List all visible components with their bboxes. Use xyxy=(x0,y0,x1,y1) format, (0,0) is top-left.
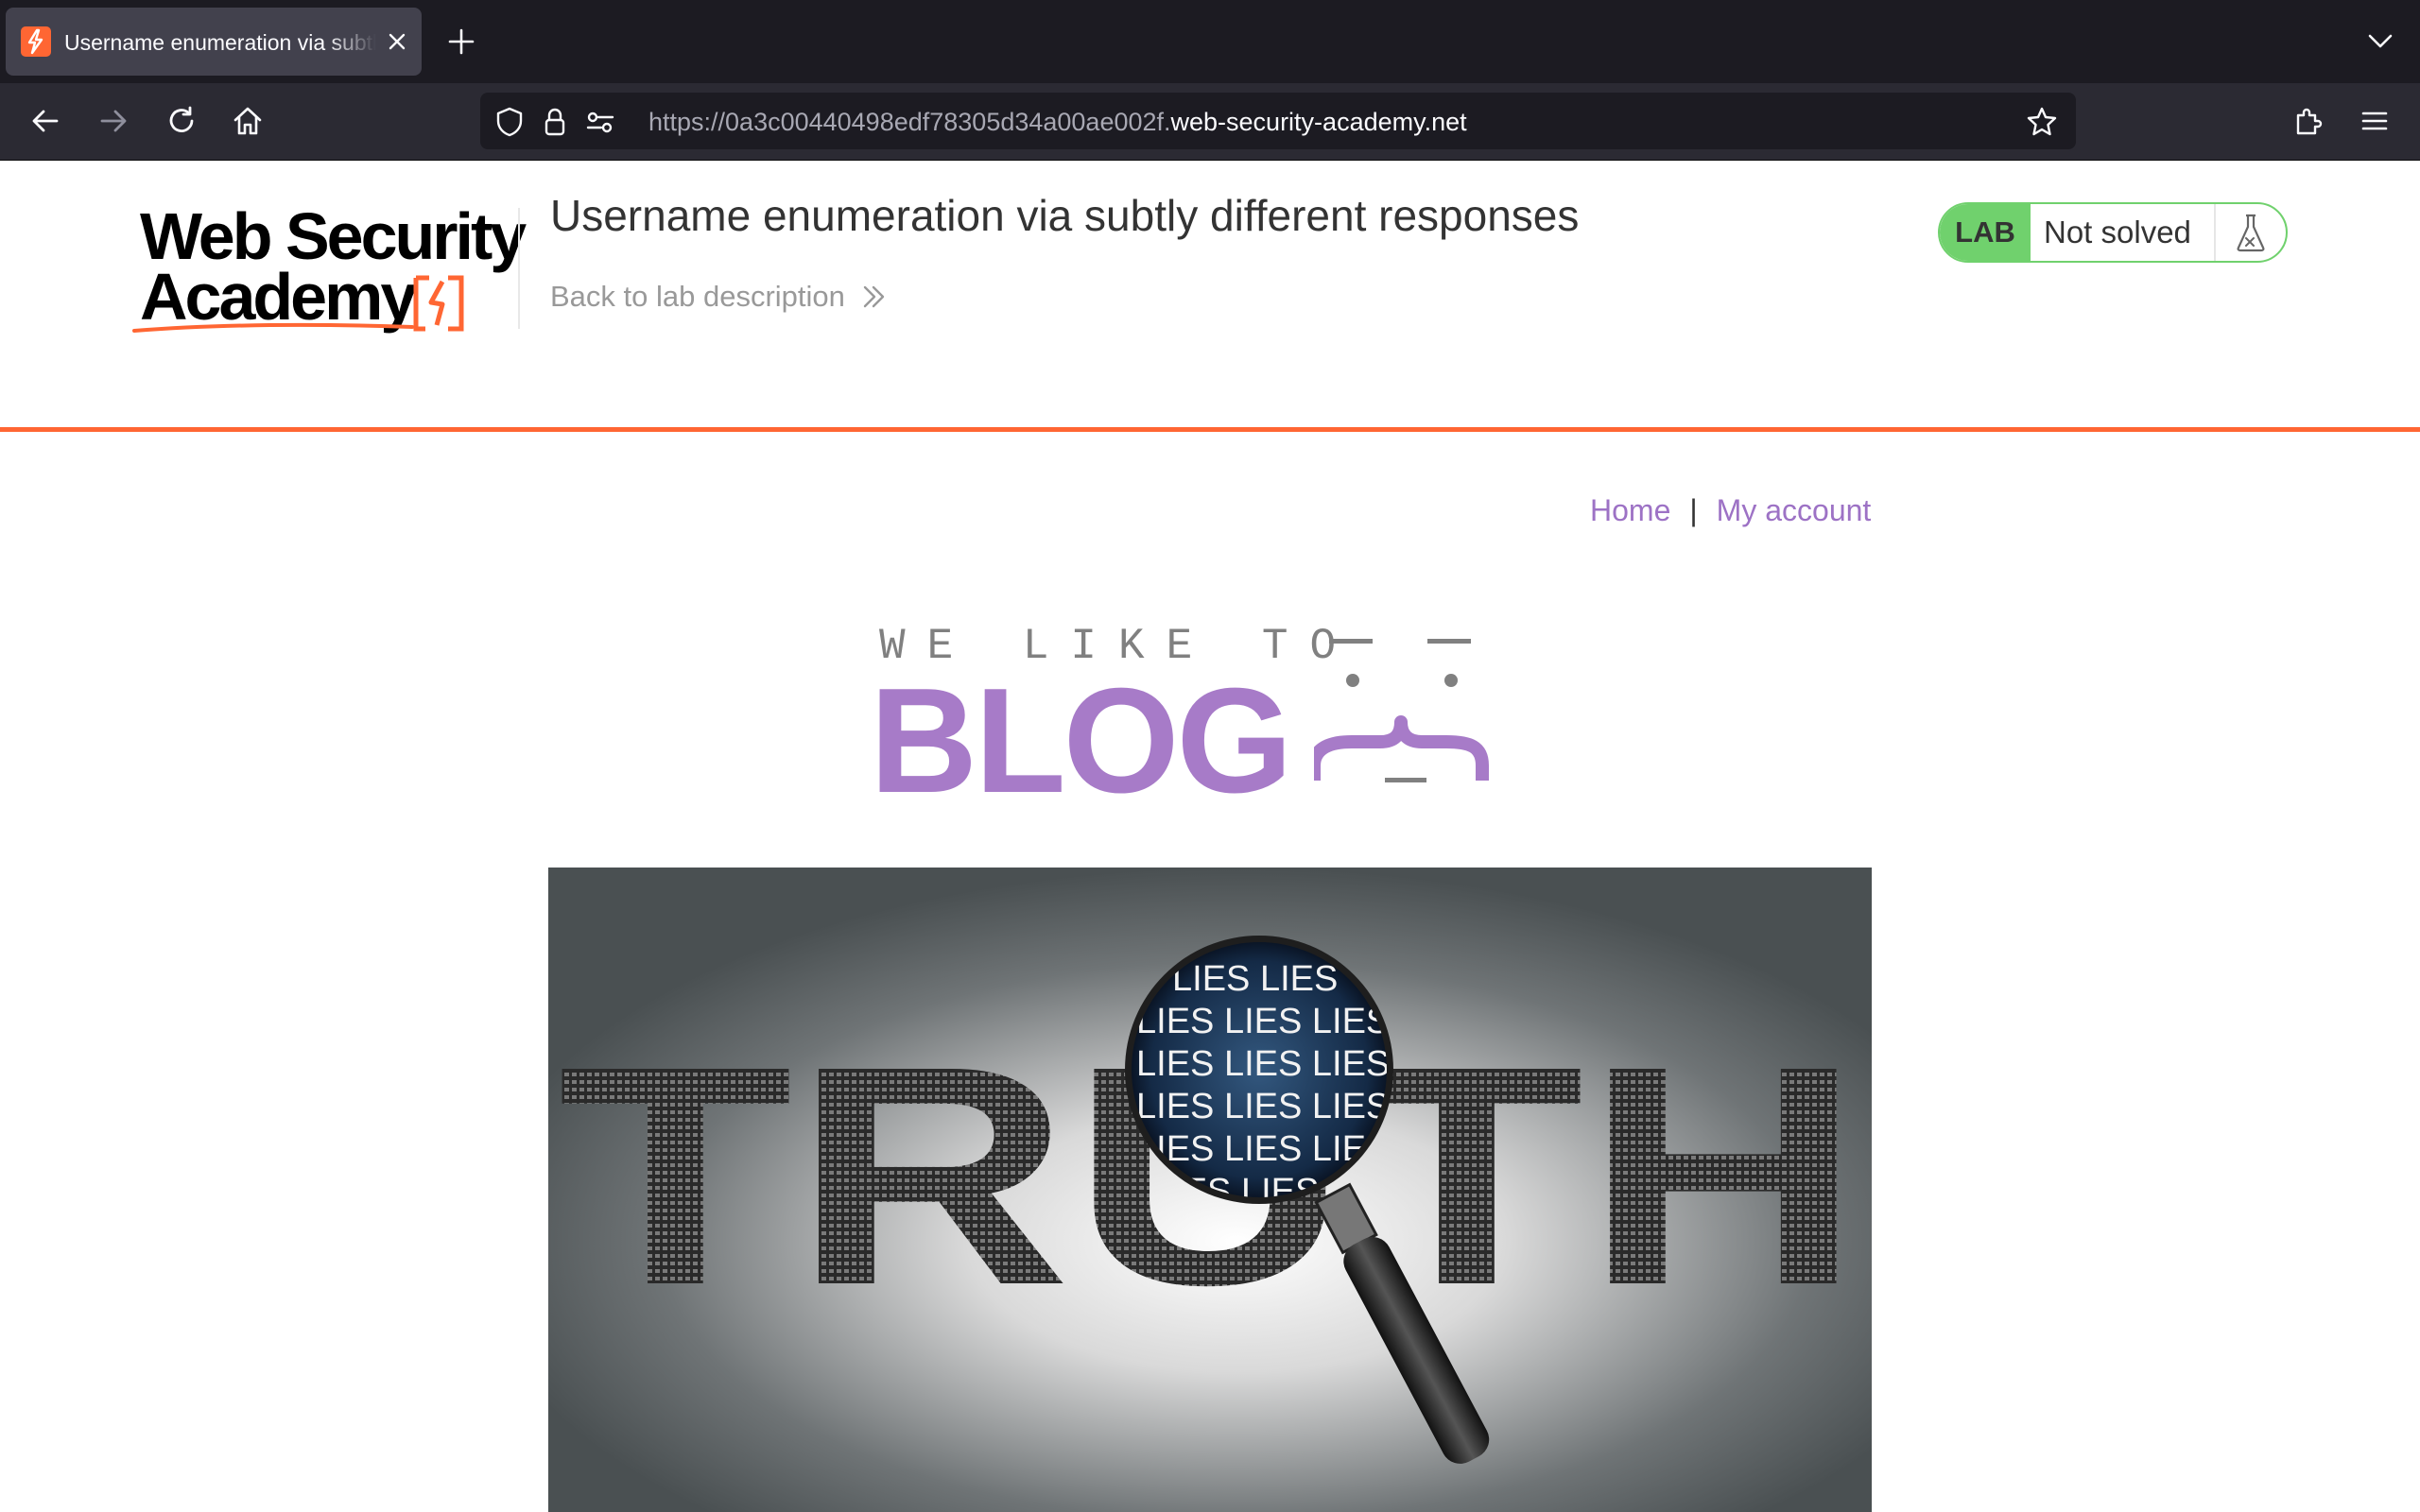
header-divider xyxy=(518,208,520,329)
header-orange-rule xyxy=(0,427,2420,432)
browser-nav-bar: https://0a3c00440498edf78305d34a00ae002f… xyxy=(0,83,2420,161)
my-account-link[interactable]: My account xyxy=(1717,493,1872,527)
blog-hero-image: TRUTH LIES LIES LIES LIES LIES L LIES LI… xyxy=(548,868,1872,1512)
list-all-tabs-chevron-icon[interactable] xyxy=(2363,26,2397,57)
double-chevron-right-icon xyxy=(863,285,885,308)
web-security-academy-logo[interactable]: Web Security Academy xyxy=(132,198,527,340)
logo-swoosh xyxy=(132,322,414,333)
padlock-icon[interactable] xyxy=(539,106,571,138)
forward-arrow-icon[interactable] xyxy=(91,98,136,144)
blog-banner-logo: WE LIKE TO BLOG xyxy=(870,614,1550,816)
extensions-puzzle-icon[interactable] xyxy=(2286,98,2331,144)
flask-icon xyxy=(2216,204,2286,261)
tracking-protection-shield-icon[interactable] xyxy=(493,106,526,138)
browser-tab[interactable]: Username enumeration via subtly differen… xyxy=(6,8,422,76)
lab-status-widget: LAB Not solved xyxy=(1938,202,2288,263)
portswigger-favicon-icon xyxy=(21,26,51,57)
tab-close-icon[interactable] xyxy=(382,26,412,57)
home-icon[interactable] xyxy=(225,98,270,144)
lab-badge: LAB xyxy=(1940,204,2031,261)
url-domain: web-security-academy.net xyxy=(1170,108,1467,136)
address-bar[interactable]: https://0a3c00440498edf78305d34a00ae002f… xyxy=(480,93,2076,149)
banner-face-icon xyxy=(1314,639,1489,782)
banner-blog-word: BLOG xyxy=(870,658,1292,824)
new-tab-icon[interactable] xyxy=(444,25,478,59)
back-to-lab-description-link[interactable]: Back to lab description xyxy=(550,278,887,316)
reload-icon[interactable] xyxy=(159,98,204,144)
browser-tab-bar: Username enumeration via subtly differen… xyxy=(0,0,2420,83)
lab-header: Web Security Academy Username enumeratio… xyxy=(0,161,2420,431)
site-permissions-icon[interactable] xyxy=(584,106,616,138)
tab-title: Username enumeration via subtly differen… xyxy=(64,30,376,55)
lens-text-line-1: LIES LIES xyxy=(1172,959,1338,999)
url-text[interactable]: https://0a3c00440498edf78305d34a00ae002f… xyxy=(648,107,1467,137)
lab-title: Username enumeration via subtly differen… xyxy=(550,191,1580,240)
bookmark-star-icon[interactable] xyxy=(2025,105,2059,139)
nav-separator: | xyxy=(1689,493,1698,527)
lab-status-text: Not solved xyxy=(2031,204,2216,261)
home-link[interactable]: Home xyxy=(1590,493,1670,527)
hamburger-menu-icon[interactable] xyxy=(2352,98,2397,144)
logo-bolt-icon xyxy=(413,275,464,332)
url-subdomain: https://0a3c00440498edf78305d34a00ae002f… xyxy=(648,108,1171,136)
back-arrow-icon[interactable] xyxy=(23,98,68,144)
blog-top-nav: Home | My account xyxy=(1590,491,1871,529)
back-link-label: Back to lab description xyxy=(550,280,845,313)
